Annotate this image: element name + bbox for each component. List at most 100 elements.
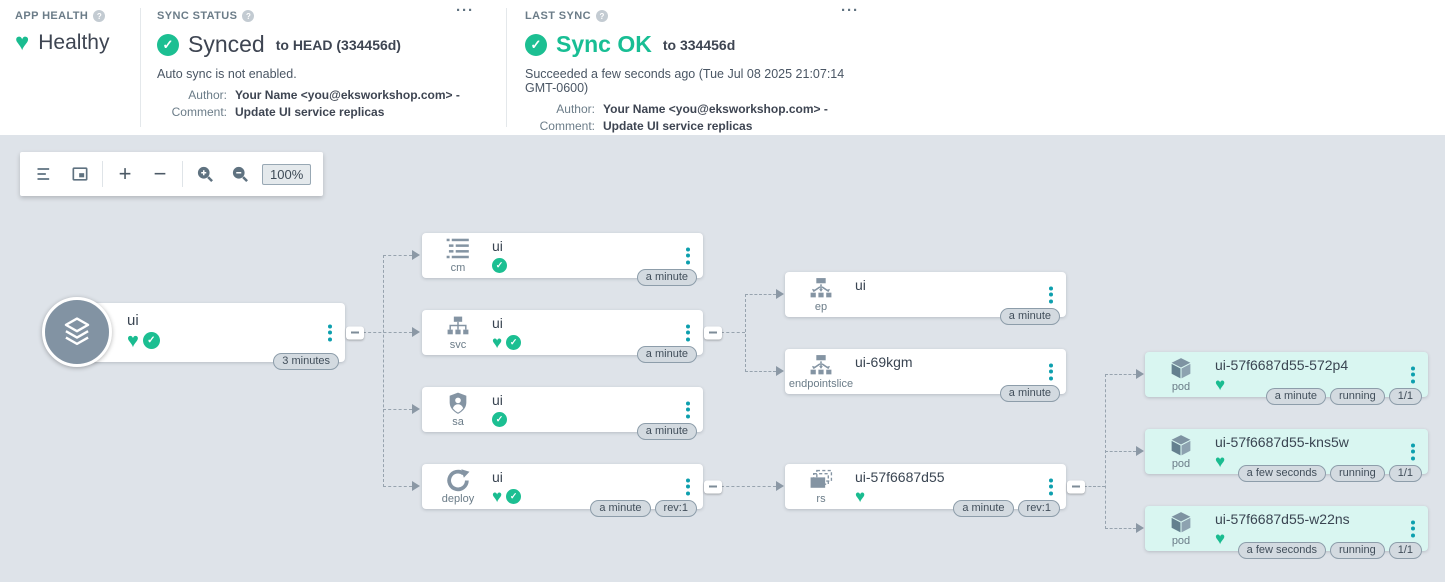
node-menu-button[interactable]	[683, 244, 693, 267]
node-cm-ui[interactable]: cm ui ✓ a minute	[422, 233, 703, 278]
sync-status-label: SYNC STATUS	[157, 10, 237, 22]
node-menu-button[interactable]	[1408, 363, 1418, 386]
resource-name: ui	[492, 315, 521, 331]
connector-line	[1084, 486, 1105, 487]
node-menu-button[interactable]	[1046, 283, 1056, 306]
connector-arrow	[1136, 369, 1144, 379]
last-sync-target: to 334456d	[663, 37, 735, 53]
badge: 1/1	[1389, 542, 1422, 559]
node-badges: a minute	[637, 423, 697, 440]
health-heart-icon: ♥	[492, 488, 502, 505]
last-sync-menu-button[interactable]: ···	[841, 6, 859, 16]
node-badges: a minuterev:1	[953, 500, 1060, 517]
node-pod-1[interactable]: pod ui-57f6687d55-572p4 ♥ a minuterunnin…	[1145, 352, 1428, 397]
node-badges: 3 minutes	[273, 353, 339, 370]
help-icon[interactable]	[596, 10, 608, 22]
resource-name: ui	[855, 277, 866, 293]
resource-kind-label: pod	[1172, 458, 1190, 471]
connector-line	[1105, 451, 1136, 452]
author-label: Author:	[525, 102, 595, 116]
configmap-icon	[443, 237, 473, 262]
help-icon[interactable]	[93, 10, 105, 22]
node-ep-ui[interactable]: ep ui a minute	[785, 272, 1066, 317]
last-sync-value: Sync OK	[556, 31, 652, 58]
pod-icon	[1166, 433, 1196, 458]
help-icon[interactable]	[242, 10, 254, 22]
collapse-handle[interactable]	[704, 480, 722, 493]
connector-line	[383, 255, 384, 487]
node-pod-3[interactable]: pod ui-57f6687d55-w22ns ♥ a few secondsr…	[1145, 506, 1428, 551]
node-menu-button[interactable]	[1408, 440, 1418, 463]
node-menu-button[interactable]	[1046, 475, 1056, 498]
resource-kind-label: sa	[452, 416, 464, 429]
health-heart-icon: ♥	[492, 334, 502, 351]
health-heart-icon: ♥	[1215, 453, 1225, 470]
resource-kind-label: deploy	[442, 493, 474, 506]
node-badges: a minute	[1000, 308, 1060, 325]
pod-icon	[1166, 510, 1196, 535]
node-badges: a few secondsrunning1/1	[1238, 465, 1422, 482]
status-header: APP HEALTH ♥ Healthy SYNC STATUS ··· ✓ S…	[0, 0, 1445, 135]
resource-status-icons: ♥✓	[492, 334, 521, 351]
sync-check-icon: ✓	[492, 258, 507, 273]
connector-line	[383, 409, 412, 410]
badge: a minute	[1266, 388, 1326, 405]
healthy-heart-icon: ♥	[15, 31, 29, 55]
endpointslice-icon	[806, 353, 836, 378]
resource-kind-label: pod	[1172, 535, 1190, 548]
sync-check-icon: ✓	[143, 332, 160, 349]
synced-check-icon: ✓	[157, 34, 179, 56]
node-endpointslice-ui[interactable]: endpointslice ui-69kgm a minute	[785, 349, 1066, 394]
connector-line	[383, 486, 412, 487]
node-deploy-ui[interactable]: deploy ui ♥✓ a minuterev:1	[422, 464, 703, 509]
zoom-in-button[interactable]: +	[112, 161, 138, 187]
resource-status-icons: ♥✓	[127, 332, 160, 349]
collapse-handle[interactable]	[346, 326, 364, 339]
magnify-out-button[interactable]	[227, 161, 253, 187]
collapse-handle[interactable]	[704, 326, 722, 339]
resource-kind-label: rs	[816, 493, 825, 506]
node-badges: a minute	[637, 269, 697, 286]
resource-status-icons	[855, 296, 866, 313]
fit-view-button[interactable]	[67, 161, 93, 187]
sync-status-menu-button[interactable]: ···	[456, 6, 474, 16]
node-pod-2[interactable]: pod ui-57f6687d55-kns5w ♥ a few secondsr…	[1145, 429, 1428, 474]
connector-arrow	[776, 481, 784, 491]
node-menu-button[interactable]	[1046, 360, 1056, 383]
last-sync-label: LAST SYNC	[525, 10, 591, 22]
service-icon	[443, 314, 473, 339]
author-value: Your Name <you@eksworkshop.com> -	[603, 102, 877, 116]
node-rs-ui[interactable]: rs ui-57f6687d55 ♥ a minuterev:1	[785, 464, 1066, 509]
comment-label: Comment:	[157, 105, 227, 119]
connector-line	[745, 371, 776, 372]
node-menu-button[interactable]	[1408, 517, 1418, 540]
node-menu-button[interactable]	[325, 321, 335, 344]
node-svc-ui[interactable]: svc ui ♥✓ a minute	[422, 310, 703, 355]
connector-arrow	[776, 366, 784, 376]
node-app-ui[interactable]: ui ♥✓ 3 minutes	[75, 303, 345, 362]
zoom-out-button[interactable]: −	[147, 161, 173, 187]
magnifier-minus-icon	[230, 164, 250, 184]
node-sa-ui[interactable]: sa ui ✓ a minute	[422, 387, 703, 432]
connector-line	[721, 486, 776, 487]
list-view-button[interactable]	[32, 161, 58, 187]
connector-line	[383, 255, 412, 256]
last-sync-note: Succeeded a few seconds ago (Tue Jul 08 …	[525, 67, 877, 95]
node-menu-button[interactable]	[683, 398, 693, 421]
sync-ok-check-icon: ✓	[525, 34, 547, 56]
collapse-handle[interactable]	[1067, 480, 1085, 493]
node-menu-button[interactable]	[683, 475, 693, 498]
connector-line	[745, 294, 776, 295]
resource-name: ui-57f6687d55	[855, 469, 945, 485]
node-menu-button[interactable]	[683, 321, 693, 344]
deployment-icon	[443, 468, 473, 493]
badge: a minute	[1000, 385, 1060, 402]
badge: a minute	[637, 346, 697, 363]
badge: running	[1330, 542, 1385, 559]
health-heart-icon: ♥	[855, 488, 865, 505]
magnify-in-button[interactable]	[192, 161, 218, 187]
badge: a minute	[637, 269, 697, 286]
sync-status-target: to HEAD (334456d)	[276, 37, 401, 53]
badge: a few seconds	[1238, 542, 1326, 559]
resource-status-icons: ♥	[855, 488, 945, 505]
